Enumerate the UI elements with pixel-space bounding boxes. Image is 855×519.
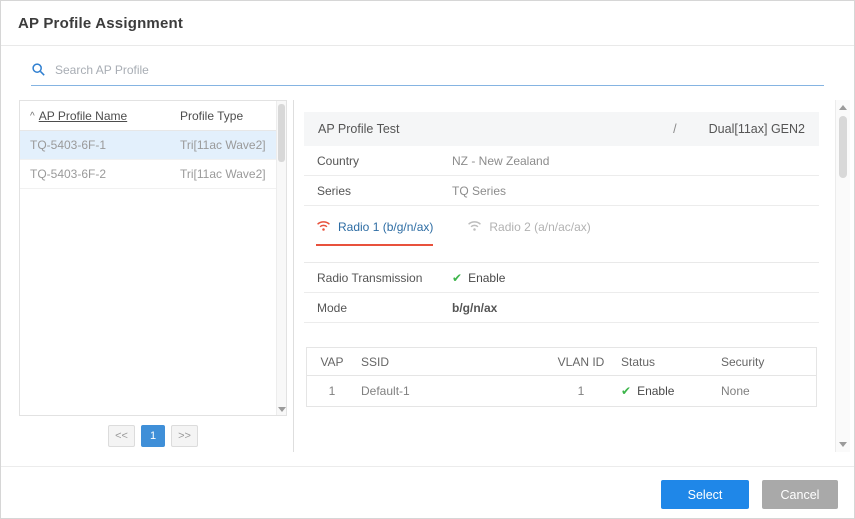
ap-profile-assignment-dialog: AP Profile Assignment ^ AP Profile Name … [0,0,855,519]
wifi-icon [467,218,482,236]
search-icon [31,62,46,77]
profile-name: AP Profile Test [318,122,400,136]
tab-radio-2[interactable]: Radio 2 (a/n/ac/ax) [467,218,590,246]
scroll-down-icon[interactable] [278,407,286,412]
enable-text: Enable [468,271,505,285]
status-text: Enable [637,384,674,398]
vap-table-row: 1 Default-1 1 ✔ Enable None [307,376,816,406]
pagination: << 1 >> [19,425,287,447]
mode-value: b/g/n/ax [452,301,497,315]
scroll-down-icon[interactable] [839,442,847,447]
dialog-header: AP Profile Assignment [1,1,854,46]
col-security: Security [721,355,816,369]
tab-radio-1-label: Radio 1 (b/g/n/ax) [338,220,433,234]
mode-row: Mode b/g/n/ax [304,293,819,323]
check-icon: ✔ [452,271,462,285]
series-label: Series [304,184,452,198]
col-ssid: SSID [357,355,541,369]
col-vlan-id: VLAN ID [541,355,621,369]
radio-tabs: Radio 1 (b/g/n/ax) Radio 2 (a/n/ac/ax) [304,218,819,246]
ap-profile-type: Tri[11ac Wave2] [180,138,286,152]
vap-table-header: VAP SSID VLAN ID Status Security [307,348,816,376]
radio-transmission-value: ✔ Enable [452,271,505,285]
detail-scrollbar-thumb[interactable] [839,116,847,178]
ap-profile-name: TQ-5403-6F-1 [20,138,180,152]
select-button[interactable]: Select [661,480,749,509]
dialog-title: AP Profile Assignment [18,15,183,32]
ap-profile-list: ^ AP Profile Name Profile Type TQ-5403-6… [19,100,287,416]
country-row: Country NZ - New Zealand [304,146,819,176]
country-value: NZ - New Zealand [452,154,549,168]
vap-value: 1 [307,384,357,398]
list-header-row: ^ AP Profile Name Profile Type [20,101,286,131]
series-row: Series TQ Series [304,176,819,206]
ap-profile-list-panel: ^ AP Profile Name Profile Type TQ-5403-6… [19,100,287,452]
radio-transmission-row: Radio Transmission ✔ Enable [304,263,819,293]
list-item-ap-profile-1[interactable]: TQ-5403-6F-1 Tri[11ac Wave2] [20,131,286,160]
scroll-up-icon[interactable] [839,105,847,110]
sort-asc-icon[interactable]: ^ [30,111,35,122]
list-scrollbar[interactable] [276,101,286,415]
column-header-label: AP Profile Name [39,109,127,123]
wifi-icon [316,218,331,236]
dialog-footer: Select Cancel [1,466,854,518]
column-header-profile-type[interactable]: Profile Type [180,109,286,123]
tab-radio-1[interactable]: Radio 1 (b/g/n/ax) [316,218,433,246]
pagination-prev-button[interactable]: << [108,425,135,447]
ssid-value: Default-1 [357,384,541,398]
ap-profile-type: Tri[11ac Wave2] [180,167,286,181]
check-icon: ✔ [621,384,631,398]
search-input[interactable] [55,63,824,77]
tab-radio-2-label: Radio 2 (a/n/ac/ax) [489,220,590,234]
search-bar [31,62,824,86]
security-value: None [721,384,816,398]
column-header-ap-profile-name[interactable]: ^ AP Profile Name [20,109,180,123]
profile-model: Dual[11ax] GEN2 [709,122,805,136]
vap-table: VAP SSID VLAN ID Status Security 1 Defau… [306,347,817,407]
col-status: Status [621,355,721,369]
list-item-ap-profile-2[interactable]: TQ-5403-6F-2 Tri[11ac Wave2] [20,160,286,189]
ap-profile-name: TQ-5403-6F-2 [20,167,180,181]
pagination-page-1-button[interactable]: 1 [141,425,165,447]
list-scrollbar-thumb[interactable] [278,104,285,162]
country-label: Country [304,154,452,168]
mode-label: Mode [304,301,452,315]
main-area: ^ AP Profile Name Profile Type TQ-5403-6… [19,100,850,452]
radio-transmission-label: Radio Transmission [304,271,452,285]
series-value: TQ Series [452,184,506,198]
status-value: ✔ Enable [621,384,721,398]
pagination-next-button[interactable]: >> [171,425,198,447]
cancel-button[interactable]: Cancel [762,480,838,509]
ap-profile-detail-panel: AP Profile Test / Dual[11ax] GEN2 Countr… [294,100,829,452]
separator-slash: / [673,122,676,136]
detail-scrollbar[interactable] [835,100,850,452]
vlan-id-value: 1 [541,384,621,398]
col-vap: VAP [307,355,357,369]
detail-header-band: AP Profile Test / Dual[11ax] GEN2 [304,112,819,146]
